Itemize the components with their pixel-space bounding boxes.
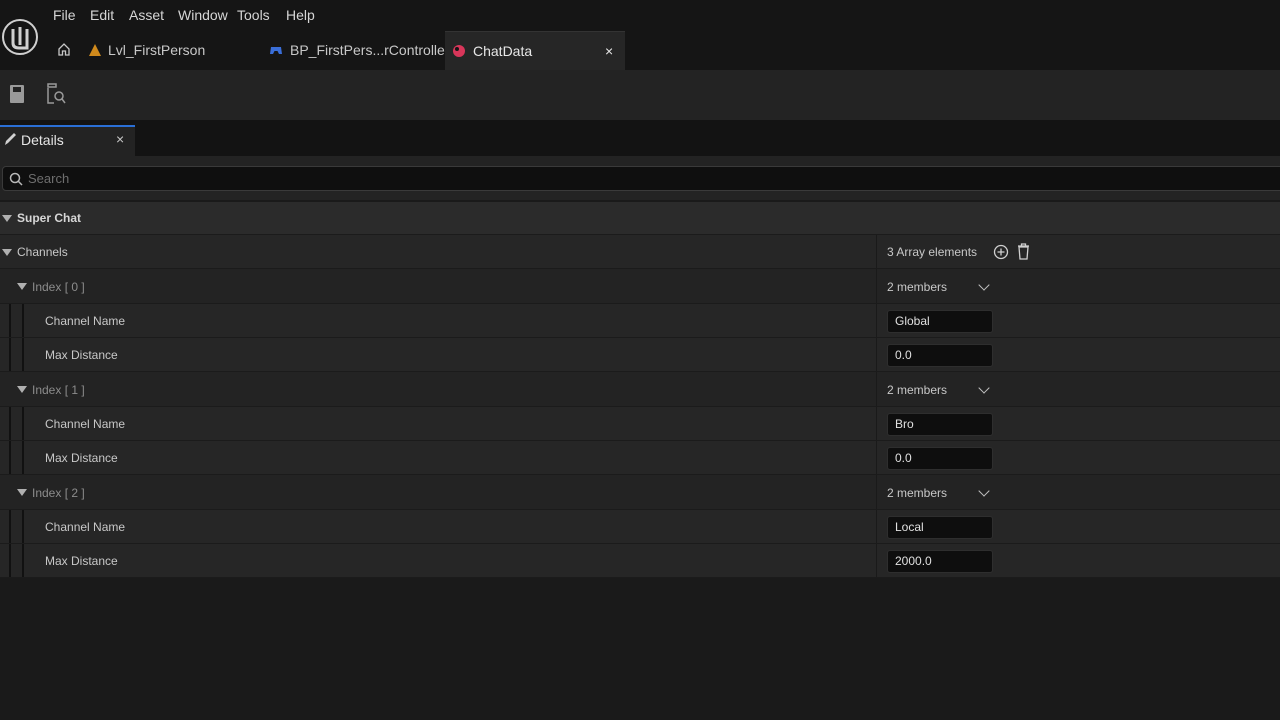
chevron-down-icon[interactable] xyxy=(978,279,990,291)
chevron-down-icon[interactable] xyxy=(978,382,990,394)
column-divider xyxy=(876,544,877,577)
indent-guide xyxy=(9,304,11,337)
channel-name-field[interactable]: Global xyxy=(887,310,993,333)
browse-asset-icon[interactable] xyxy=(46,83,66,105)
column-divider xyxy=(876,441,877,474)
tab-lvl-firstperson[interactable]: Lvl_FirstPerson xyxy=(80,31,255,70)
column-divider xyxy=(876,338,877,371)
expand-arrow-icon xyxy=(17,283,27,290)
trash-icon[interactable] xyxy=(1017,243,1030,260)
column-divider xyxy=(876,235,877,268)
menu-tools[interactable]: Tools xyxy=(237,6,270,24)
members-dropdown[interactable]: 2 members xyxy=(887,383,947,397)
level-icon xyxy=(89,44,101,56)
column-divider xyxy=(876,372,877,406)
chevron-down-icon[interactable] xyxy=(978,485,990,497)
data-asset-icon xyxy=(453,45,465,57)
menu-help[interactable]: Help xyxy=(286,6,315,24)
property-row: Channel Name Bro xyxy=(0,407,1280,441)
search-input[interactable]: Search xyxy=(2,166,1280,191)
property-row: Max Distance 0.0 xyxy=(0,338,1280,372)
category-super-chat[interactable]: Super Chat xyxy=(0,202,1280,235)
members-dropdown[interactable]: 2 members xyxy=(887,280,947,294)
gamepad-icon xyxy=(270,47,282,54)
indent-guide xyxy=(22,544,24,577)
add-element-icon[interactable] xyxy=(993,244,1009,260)
array-index-row[interactable]: Index [ 0 ] 2 members xyxy=(0,269,1280,304)
expand-arrow-icon xyxy=(17,386,27,393)
unreal-logo-icon[interactable] xyxy=(2,5,38,63)
menu-file[interactable]: File xyxy=(53,6,76,24)
column-divider xyxy=(876,407,877,440)
panel-tab-bar xyxy=(0,120,1280,156)
menu-window[interactable]: Window xyxy=(178,6,228,24)
property-row: Max Distance 0.0 xyxy=(0,441,1280,475)
property-row: Channel Name Global xyxy=(0,304,1280,338)
expand-arrow-icon xyxy=(2,249,12,256)
channel-name-field[interactable]: Local xyxy=(887,516,993,539)
indent-guide xyxy=(9,407,11,440)
channel-name-field[interactable]: Bro xyxy=(887,413,993,436)
property-row: Max Distance 2000.0 xyxy=(0,544,1280,578)
column-divider xyxy=(876,510,877,543)
menu-edit[interactable]: Edit xyxy=(90,6,114,24)
max-distance-field[interactable]: 0.0 xyxy=(887,344,993,367)
expand-arrow-icon xyxy=(17,489,27,496)
details-close-icon[interactable]: × xyxy=(116,131,124,147)
max-distance-field[interactable]: 2000.0 xyxy=(887,550,993,573)
indent-guide xyxy=(9,510,11,543)
indent-guide xyxy=(22,441,24,474)
max-distance-field[interactable]: 0.0 xyxy=(887,447,993,470)
search-icon xyxy=(9,172,23,186)
tab-close-icon[interactable]: × xyxy=(605,32,613,71)
indent-guide xyxy=(22,510,24,543)
indent-guide xyxy=(9,338,11,371)
details-tab[interactable]: Details × xyxy=(0,125,135,156)
property-row: Channel Name Local xyxy=(0,510,1280,544)
column-divider xyxy=(876,269,877,303)
save-icon[interactable] xyxy=(9,84,25,104)
menu-asset[interactable]: Asset xyxy=(129,6,164,24)
tab-bp-firstperson-controller[interactable]: BP_FirstPers...rController xyxy=(262,31,449,70)
search-placeholder: Search xyxy=(28,171,70,186)
home-icon[interactable] xyxy=(57,42,71,56)
expand-arrow-icon xyxy=(2,215,12,222)
title-bar: File Edit Asset Window Tools Help Lvl_Fi… xyxy=(0,0,1280,70)
indent-guide xyxy=(9,441,11,474)
channels-array-row[interactable]: Channels 3 Array elements xyxy=(0,235,1280,269)
indent-guide xyxy=(22,304,24,337)
pencil-icon xyxy=(5,133,16,145)
indent-guide xyxy=(9,544,11,577)
array-index-row[interactable]: Index [ 2 ] 2 members xyxy=(0,475,1280,510)
array-count: 3 Array elements xyxy=(887,245,978,259)
column-divider xyxy=(876,475,877,509)
members-dropdown[interactable]: 2 members xyxy=(887,486,947,500)
tab-chatdata[interactable]: ChatData × xyxy=(445,31,625,70)
indent-guide xyxy=(22,338,24,371)
array-index-row[interactable]: Index [ 1 ] 2 members xyxy=(0,372,1280,407)
column-divider xyxy=(876,304,877,337)
toolbar xyxy=(0,70,1280,120)
indent-guide xyxy=(22,407,24,440)
